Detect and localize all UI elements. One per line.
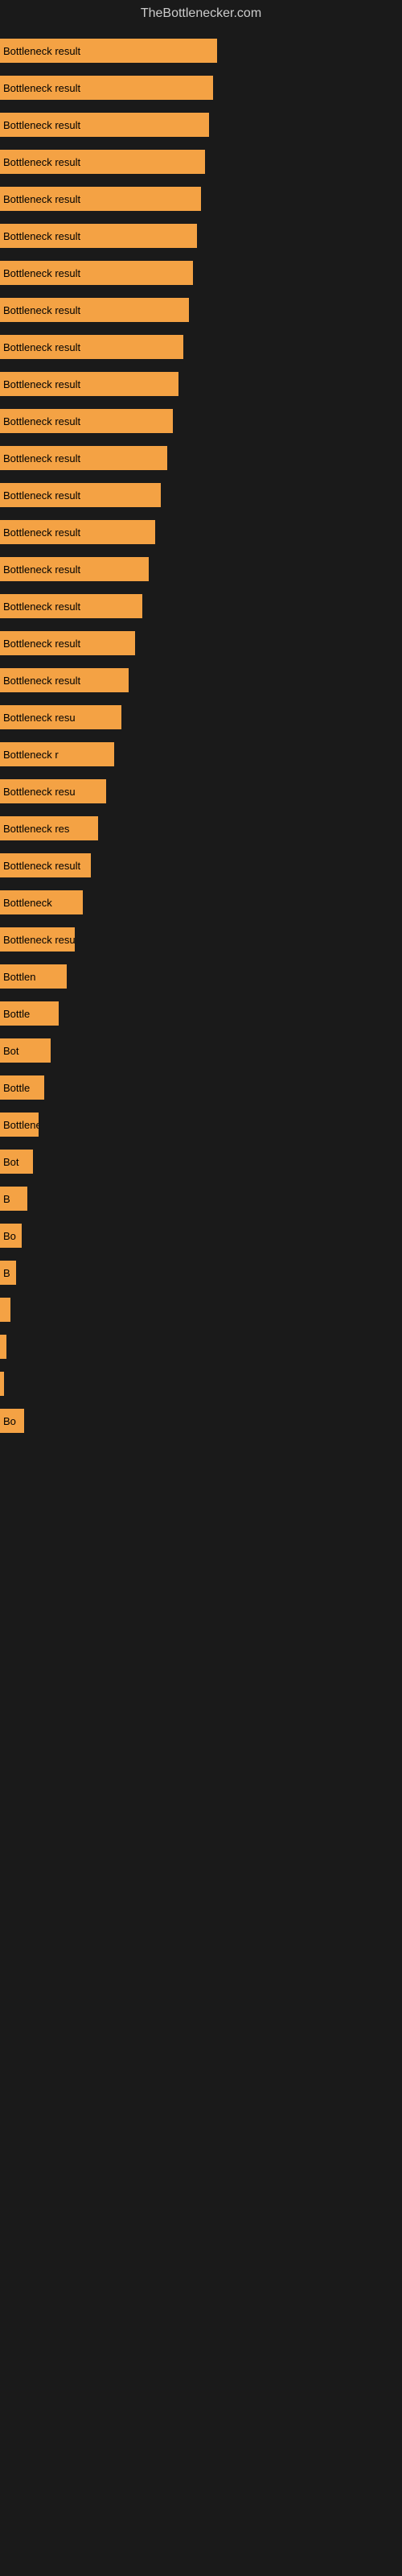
bar-row: Bottle bbox=[0, 998, 402, 1029]
bar-row: Bottleneck result bbox=[0, 369, 402, 399]
bottleneck-bar-3: Bottleneck result bbox=[0, 113, 209, 137]
bottleneck-bar-38: Bo bbox=[0, 1409, 24, 1433]
bottleneck-bar-23: Bottleneck result bbox=[0, 853, 91, 877]
bottleneck-bar-8: Bottleneck result bbox=[0, 298, 189, 322]
bar-row: Bottleneck resu bbox=[0, 924, 402, 955]
bar-row bbox=[0, 1368, 402, 1399]
bar-row: Bo bbox=[0, 1220, 402, 1251]
bottleneck-bar-27: Bottle bbox=[0, 1001, 59, 1026]
bar-row: Bottleneck resu bbox=[0, 702, 402, 733]
bottleneck-bar-34: B bbox=[0, 1261, 16, 1285]
bottleneck-bar-18: Bottleneck result bbox=[0, 668, 129, 692]
bar-row: Bot bbox=[0, 1035, 402, 1066]
bar-row: B bbox=[0, 1257, 402, 1288]
bottleneck-bar-29: Bottle bbox=[0, 1075, 44, 1100]
bar-row: Bottleneck r bbox=[0, 739, 402, 770]
bottleneck-bar-20: Bottleneck r bbox=[0, 742, 114, 766]
bar-row: B bbox=[0, 1183, 402, 1214]
bottleneck-bar-13: Bottleneck result bbox=[0, 483, 161, 507]
bottleneck-bar-10: Bottleneck result bbox=[0, 372, 178, 396]
bar-row: Bottleneck result bbox=[0, 109, 402, 140]
bottleneck-bar-17: Bottleneck result bbox=[0, 631, 135, 655]
bar-row: Bottleneck result bbox=[0, 258, 402, 288]
bar-row: Bottleneck result bbox=[0, 517, 402, 547]
bottleneck-bar-28: Bot bbox=[0, 1038, 51, 1063]
bar-row bbox=[0, 1294, 402, 1325]
bar-row: Bottleneck result bbox=[0, 665, 402, 696]
bar-row: Bottleneck result bbox=[0, 184, 402, 214]
bottleneck-bar-31: Bot bbox=[0, 1150, 33, 1174]
bar-row: Bottleneck resu bbox=[0, 776, 402, 807]
bar-row: Bottleneck result bbox=[0, 850, 402, 881]
bar-row: Bottle bbox=[0, 1072, 402, 1103]
title-text: TheBottlenecker.com bbox=[141, 6, 261, 20]
bottleneck-bar-37 bbox=[0, 1372, 4, 1396]
bar-row: Bottleneck result bbox=[0, 295, 402, 325]
bottleneck-bar-24: Bottleneck bbox=[0, 890, 83, 914]
bottleneck-bar-15: Bottleneck result bbox=[0, 557, 149, 581]
bars-container: Bottleneck result Bottleneck result Bottle… bbox=[0, 27, 402, 1446]
bar-row: Bottleneck result bbox=[0, 443, 402, 473]
bar-row: Bottleneck result bbox=[0, 35, 402, 66]
bar-row: Bottlen bbox=[0, 961, 402, 992]
bottleneck-bar-30: Bottlene bbox=[0, 1113, 39, 1137]
bottleneck-bar-9: Bottleneck result bbox=[0, 335, 183, 359]
bottleneck-bar-16: Bottleneck result bbox=[0, 594, 142, 618]
bottleneck-bar-4: Bottleneck result bbox=[0, 150, 205, 174]
bar-row: Bot bbox=[0, 1146, 402, 1177]
bottleneck-bar-1: Bottleneck result bbox=[0, 39, 217, 63]
bottleneck-bar-7: Bottleneck result bbox=[0, 261, 193, 285]
bar-row: Bottleneck res bbox=[0, 813, 402, 844]
bottleneck-bar-19: Bottleneck resu bbox=[0, 705, 121, 729]
bottleneck-bar-32: B bbox=[0, 1187, 27, 1211]
bottleneck-bar-33: Bo bbox=[0, 1224, 22, 1248]
bar-row: Bottleneck bbox=[0, 887, 402, 918]
bar-row: Bottleneck result bbox=[0, 406, 402, 436]
bar-row: Bottleneck result bbox=[0, 72, 402, 103]
bottleneck-bar-14: Bottleneck result bbox=[0, 520, 155, 544]
bar-row: Bottleneck result bbox=[0, 480, 402, 510]
bar-row: Bottleneck result bbox=[0, 147, 402, 177]
bottleneck-bar-36 bbox=[0, 1335, 6, 1359]
bottleneck-bar-25: Bottleneck resu bbox=[0, 927, 75, 952]
bar-row: Bottleneck result bbox=[0, 591, 402, 621]
bottleneck-bar-12: Bottleneck result bbox=[0, 446, 167, 470]
bar-row: Bottleneck result bbox=[0, 221, 402, 251]
bottleneck-bar-5: Bottleneck result bbox=[0, 187, 201, 211]
bar-row: Bottleneck result bbox=[0, 554, 402, 584]
bottleneck-bar-11: Bottleneck result bbox=[0, 409, 173, 433]
bottleneck-bar-2: Bottleneck result bbox=[0, 76, 213, 100]
bottleneck-bar-35 bbox=[0, 1298, 10, 1322]
bar-row bbox=[0, 1331, 402, 1362]
bar-row: Bottlene bbox=[0, 1109, 402, 1140]
bar-row: Bottleneck result bbox=[0, 628, 402, 658]
bottleneck-bar-22: Bottleneck res bbox=[0, 816, 98, 840]
bottleneck-bar-26: Bottlen bbox=[0, 964, 67, 989]
bar-row: Bo bbox=[0, 1406, 402, 1436]
site-title: TheBottlenecker.com bbox=[0, 0, 402, 27]
bottleneck-bar-21: Bottleneck resu bbox=[0, 779, 106, 803]
bar-row: Bottleneck result bbox=[0, 332, 402, 362]
bottleneck-bar-6: Bottleneck result bbox=[0, 224, 197, 248]
